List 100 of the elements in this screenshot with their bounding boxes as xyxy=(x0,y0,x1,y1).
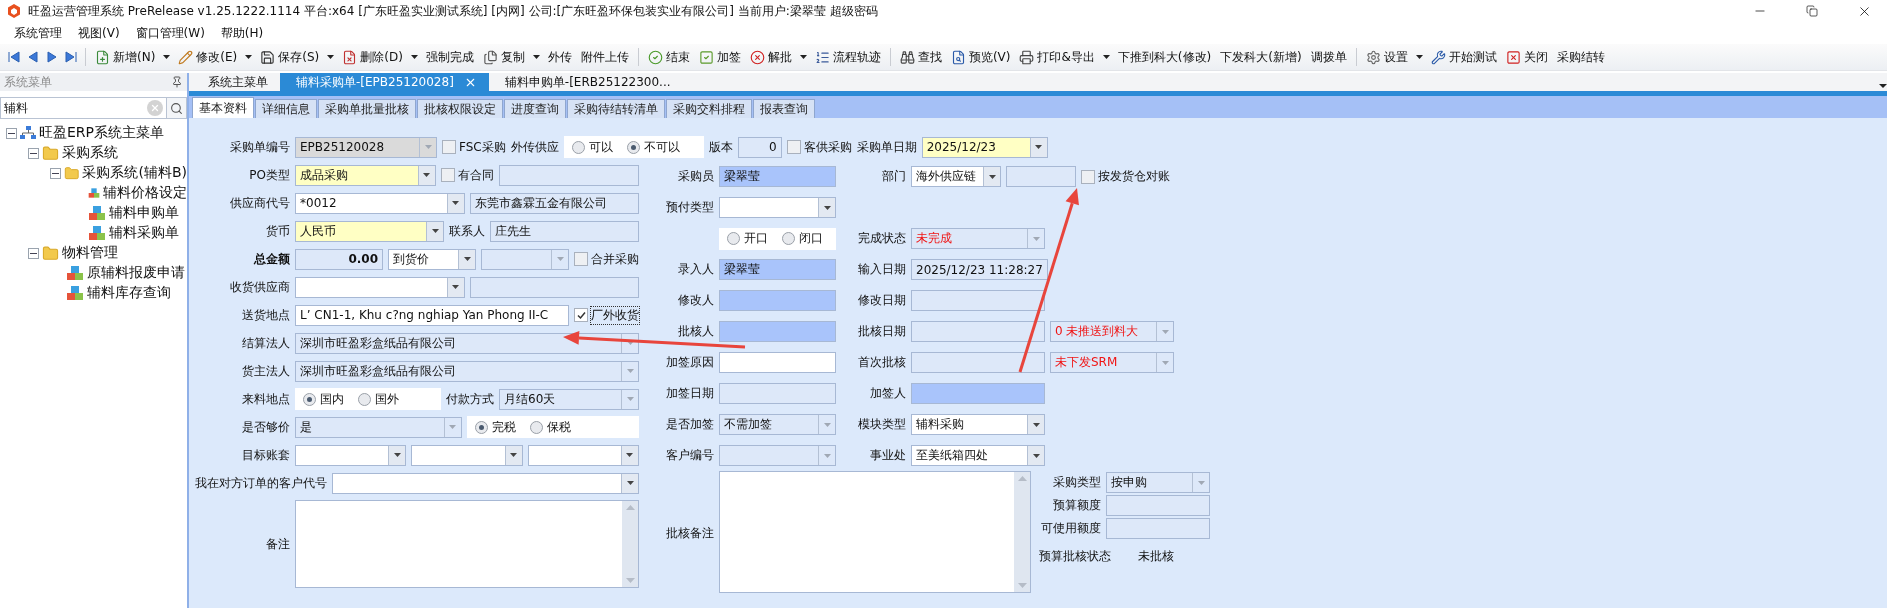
combo-box[interactable]: EPB25120028 xyxy=(295,136,437,158)
text-field[interactable] xyxy=(719,290,836,311)
menu-item[interactable]: 系统管理 xyxy=(6,24,70,42)
text-field[interactable] xyxy=(469,276,639,298)
toolbar-button[interactable]: 附件上传 xyxy=(577,46,632,68)
checkbox[interactable] xyxy=(440,168,455,182)
menu-item[interactable]: 帮助(H) xyxy=(212,24,272,42)
checkbox-label[interactable]: 合并采购 xyxy=(591,250,639,268)
toolbar-button[interactable]: 打印&导出 xyxy=(1016,46,1098,68)
radio-button[interactable] xyxy=(626,140,640,154)
checkbox-label[interactable]: 厂外收货 xyxy=(591,306,639,324)
combo-box[interactable]: 人民币 xyxy=(295,220,444,242)
radio-button[interactable] xyxy=(782,232,795,245)
toolbar-button[interactable]: 结束 xyxy=(644,46,693,68)
text-field[interactable]: 庄先生 xyxy=(490,220,639,242)
tab[interactable]: 详细信息 xyxy=(255,99,317,118)
radio-label[interactable]: 国外 xyxy=(375,390,399,408)
tree-item[interactable]: 辅料库存查询 xyxy=(87,284,171,302)
collapse-toggle[interactable] xyxy=(28,247,39,259)
text-field[interactable] xyxy=(911,352,1045,373)
collapse-toggle[interactable] xyxy=(28,147,39,159)
radio-label[interactable]: 可以 xyxy=(588,138,613,156)
text-field[interactable] xyxy=(911,290,1045,311)
menu-item[interactable]: 视图(V) xyxy=(70,24,128,42)
text-field[interactable]: L’ CN1-1, Khu c?ng nghiap Yan Phong II-C xyxy=(295,304,569,326)
text-area[interactable] xyxy=(295,500,639,588)
toolbar-button[interactable]: 调拨单 xyxy=(1307,46,1350,68)
combo-box[interactable]: 至美纸箱四处 xyxy=(911,445,1045,466)
document-tab[interactable]: 辅料申购单-[ERB25122300... xyxy=(488,73,683,91)
combo-box[interactable] xyxy=(411,444,523,466)
text-field[interactable] xyxy=(719,321,836,342)
tree-item[interactable]: 采购系统(辅料B) xyxy=(82,164,187,182)
checkbox-label[interactable]: 有合同 xyxy=(457,166,494,184)
tree-item[interactable]: 辅料采购单 xyxy=(109,224,179,242)
checkbox-label[interactable]: FSC采购 xyxy=(459,138,506,156)
text-field[interactable] xyxy=(498,164,639,186)
combo-box[interactable]: 是 xyxy=(295,416,462,438)
toolbar-button[interactable]: 设置 xyxy=(1362,46,1411,68)
clear-button[interactable] xyxy=(147,100,163,116)
toolbar-button[interactable]: 查找 xyxy=(896,46,945,68)
tab[interactable]: 进度查询 xyxy=(504,99,566,118)
text-field[interactable]: 0 xyxy=(737,136,782,158)
combo-box[interactable]: 不需加签 xyxy=(719,414,836,435)
checkbox-label[interactable]: 客供采购 xyxy=(803,138,852,156)
radio-button[interactable] xyxy=(303,392,316,406)
combo-box[interactable] xyxy=(295,444,407,466)
combo-box[interactable]: 未完成 xyxy=(911,228,1045,249)
toolbar-button[interactable]: 复制 xyxy=(479,46,528,68)
scrollbar[interactable] xyxy=(1014,472,1030,592)
radio-label[interactable]: 完税 xyxy=(491,418,516,436)
combo-box[interactable]: 0 未推送到料大 xyxy=(1050,321,1174,342)
radio-label[interactable]: 国内 xyxy=(320,390,344,408)
scroll-down-icon[interactable] xyxy=(1017,583,1027,588)
toolbar-button[interactable]: 解批 xyxy=(746,46,795,68)
pin-icon[interactable] xyxy=(171,76,183,88)
toolbar-button[interactable]: 开始测试 xyxy=(1427,46,1500,68)
text-field[interactable]: 2025/12/23 11:28:27 xyxy=(911,259,1048,280)
text-field[interactable]: 梁翠莹 xyxy=(719,259,836,280)
text-field[interactable]: 0.00 xyxy=(295,248,383,270)
checkbox[interactable] xyxy=(442,140,456,154)
radio-button[interactable] xyxy=(358,392,371,406)
tree-item[interactable]: 辅料申购单 xyxy=(109,204,179,222)
toolbar-button[interactable]: 加签 xyxy=(695,46,744,68)
tab[interactable]: 批核权限设定 xyxy=(417,99,503,118)
toolbar-button[interactable]: 修改(E) xyxy=(175,46,241,68)
text-field[interactable] xyxy=(1006,166,1076,187)
checkbox[interactable] xyxy=(574,252,588,266)
document-tab[interactable]: 辅料采购单-[EPB25120028] xyxy=(280,73,489,91)
scroll-up-icon[interactable] xyxy=(625,505,635,510)
combo-box[interactable]: 按申购 xyxy=(1106,472,1210,493)
text-field[interactable] xyxy=(1106,518,1210,539)
radio-label[interactable]: 保税 xyxy=(546,418,571,436)
combo-box[interactable] xyxy=(719,445,836,466)
text-field[interactable] xyxy=(719,383,836,404)
combo-box[interactable]: 2025/12/23 xyxy=(921,136,1048,158)
scroll-down-icon[interactable] xyxy=(625,578,635,583)
toolbar-button[interactable]: 删除(D) xyxy=(339,46,406,68)
radio-button[interactable] xyxy=(571,140,585,154)
text-field[interactable] xyxy=(911,383,1045,404)
checkbox[interactable] xyxy=(574,308,588,322)
combo-box[interactable]: 深圳市旺盈彩盒纸品有限公司 xyxy=(295,332,639,354)
menu-item[interactable]: 窗口管理(W) xyxy=(127,24,213,42)
tab[interactable]: 采购交料排程 xyxy=(666,99,752,118)
toolbar-button[interactable]: 预览(V) xyxy=(947,46,1014,68)
text-field[interactable] xyxy=(911,321,1045,342)
toolbar-button[interactable]: 流程轨迹 xyxy=(811,46,884,68)
toolbar-button[interactable]: 采购结转 xyxy=(1553,46,1608,68)
collapse-toggle[interactable] xyxy=(6,127,17,139)
tree-item[interactable]: 旺盈ERP系统主菜单 xyxy=(39,124,164,142)
radio-button[interactable] xyxy=(474,420,488,434)
combo-box[interactable] xyxy=(332,472,639,494)
text-field[interactable] xyxy=(719,352,836,373)
radio-button[interactable] xyxy=(727,232,740,245)
combo-box[interactable]: 成品采购 xyxy=(295,164,436,186)
combo-box[interactable]: 海外供应链 xyxy=(911,166,1001,187)
text-field[interactable]: 梁翠莹 xyxy=(719,166,836,187)
combo-box[interactable]: 月结60天 xyxy=(499,388,639,410)
text-field[interactable]: 东莞市鑫霖五金有限公司 xyxy=(469,192,639,214)
checkbox-label[interactable]: 按发货仓对账 xyxy=(1098,168,1170,185)
toolbar-button[interactable]: 下推到科大(修改) xyxy=(1114,46,1215,68)
